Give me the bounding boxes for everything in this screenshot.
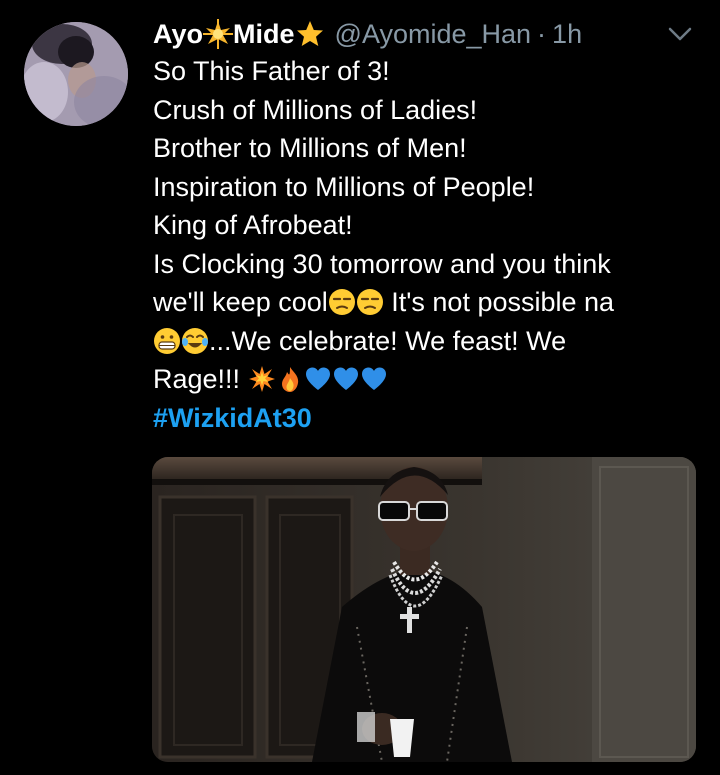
- unamused-face-icon: [356, 289, 383, 315]
- tweet-line: Rage!!!: [153, 360, 698, 399]
- tweet-timestamp[interactable]: 1h: [552, 19, 582, 50]
- unamused-face-icon: [328, 289, 355, 315]
- chevron-down-icon[interactable]: [666, 24, 694, 44]
- tweet-header: Ayo Mide @Ayomide_Han · 1h: [153, 14, 673, 54]
- separator-dot: ·: [537, 18, 547, 49]
- tweet-media-image[interactable]: [152, 457, 696, 762]
- fire-icon: [281, 367, 298, 392]
- tweet-line: #WizkidAt30: [153, 399, 698, 438]
- tweet-line: we'll keep cool It's not possible na: [153, 283, 698, 322]
- face-with-tears-of-joy-icon: [182, 327, 208, 354]
- display-name-part1: Ayo: [153, 18, 204, 49]
- avatar[interactable]: [24, 22, 128, 126]
- tweet-line: King of Afrobeat!: [153, 210, 353, 240]
- display-name-part2: Mide: [233, 18, 295, 49]
- blue-heart-icon: [305, 367, 330, 390]
- hashtag-link[interactable]: #WizkidAt30: [153, 403, 312, 433]
- avatar-image: [24, 22, 128, 126]
- tweet-line: ...We celebrate! We feast! We: [153, 322, 698, 361]
- author-handle[interactable]: @Ayomide_Han: [335, 19, 532, 50]
- tweet-line: Crush of Millions of Ladies!: [153, 94, 478, 125]
- tweet-line-segment: It's not possible na: [383, 287, 615, 317]
- tweet-text: So This Father of 3! Crush of Millions o…: [153, 52, 698, 437]
- tweet-line: Inspiration to Millions of People!: [153, 171, 535, 202]
- tweet-line-segment: ...We celebrate! We feast! We: [209, 325, 567, 356]
- blue-heart-icon: [361, 367, 386, 390]
- glowing-star-icon: [203, 19, 234, 49]
- tweet-line: Is Clocking 30 tomorrow and you think: [153, 248, 611, 279]
- display-name[interactable]: Ayo Mide: [153, 19, 325, 50]
- star-icon: [296, 21, 323, 46]
- photo-image-icon: [152, 457, 696, 762]
- tweet-line: So This Father of 3!: [153, 56, 390, 86]
- tweet-line-segment: we'll keep cool: [153, 287, 328, 317]
- grinning-face-icon: [154, 327, 180, 354]
- tweet-line-segment: Rage!!!: [153, 364, 248, 394]
- tweet-line: Brother to Millions of Men!: [153, 133, 467, 163]
- blue-heart-icon: [333, 367, 358, 390]
- collision-icon: [248, 366, 275, 392]
